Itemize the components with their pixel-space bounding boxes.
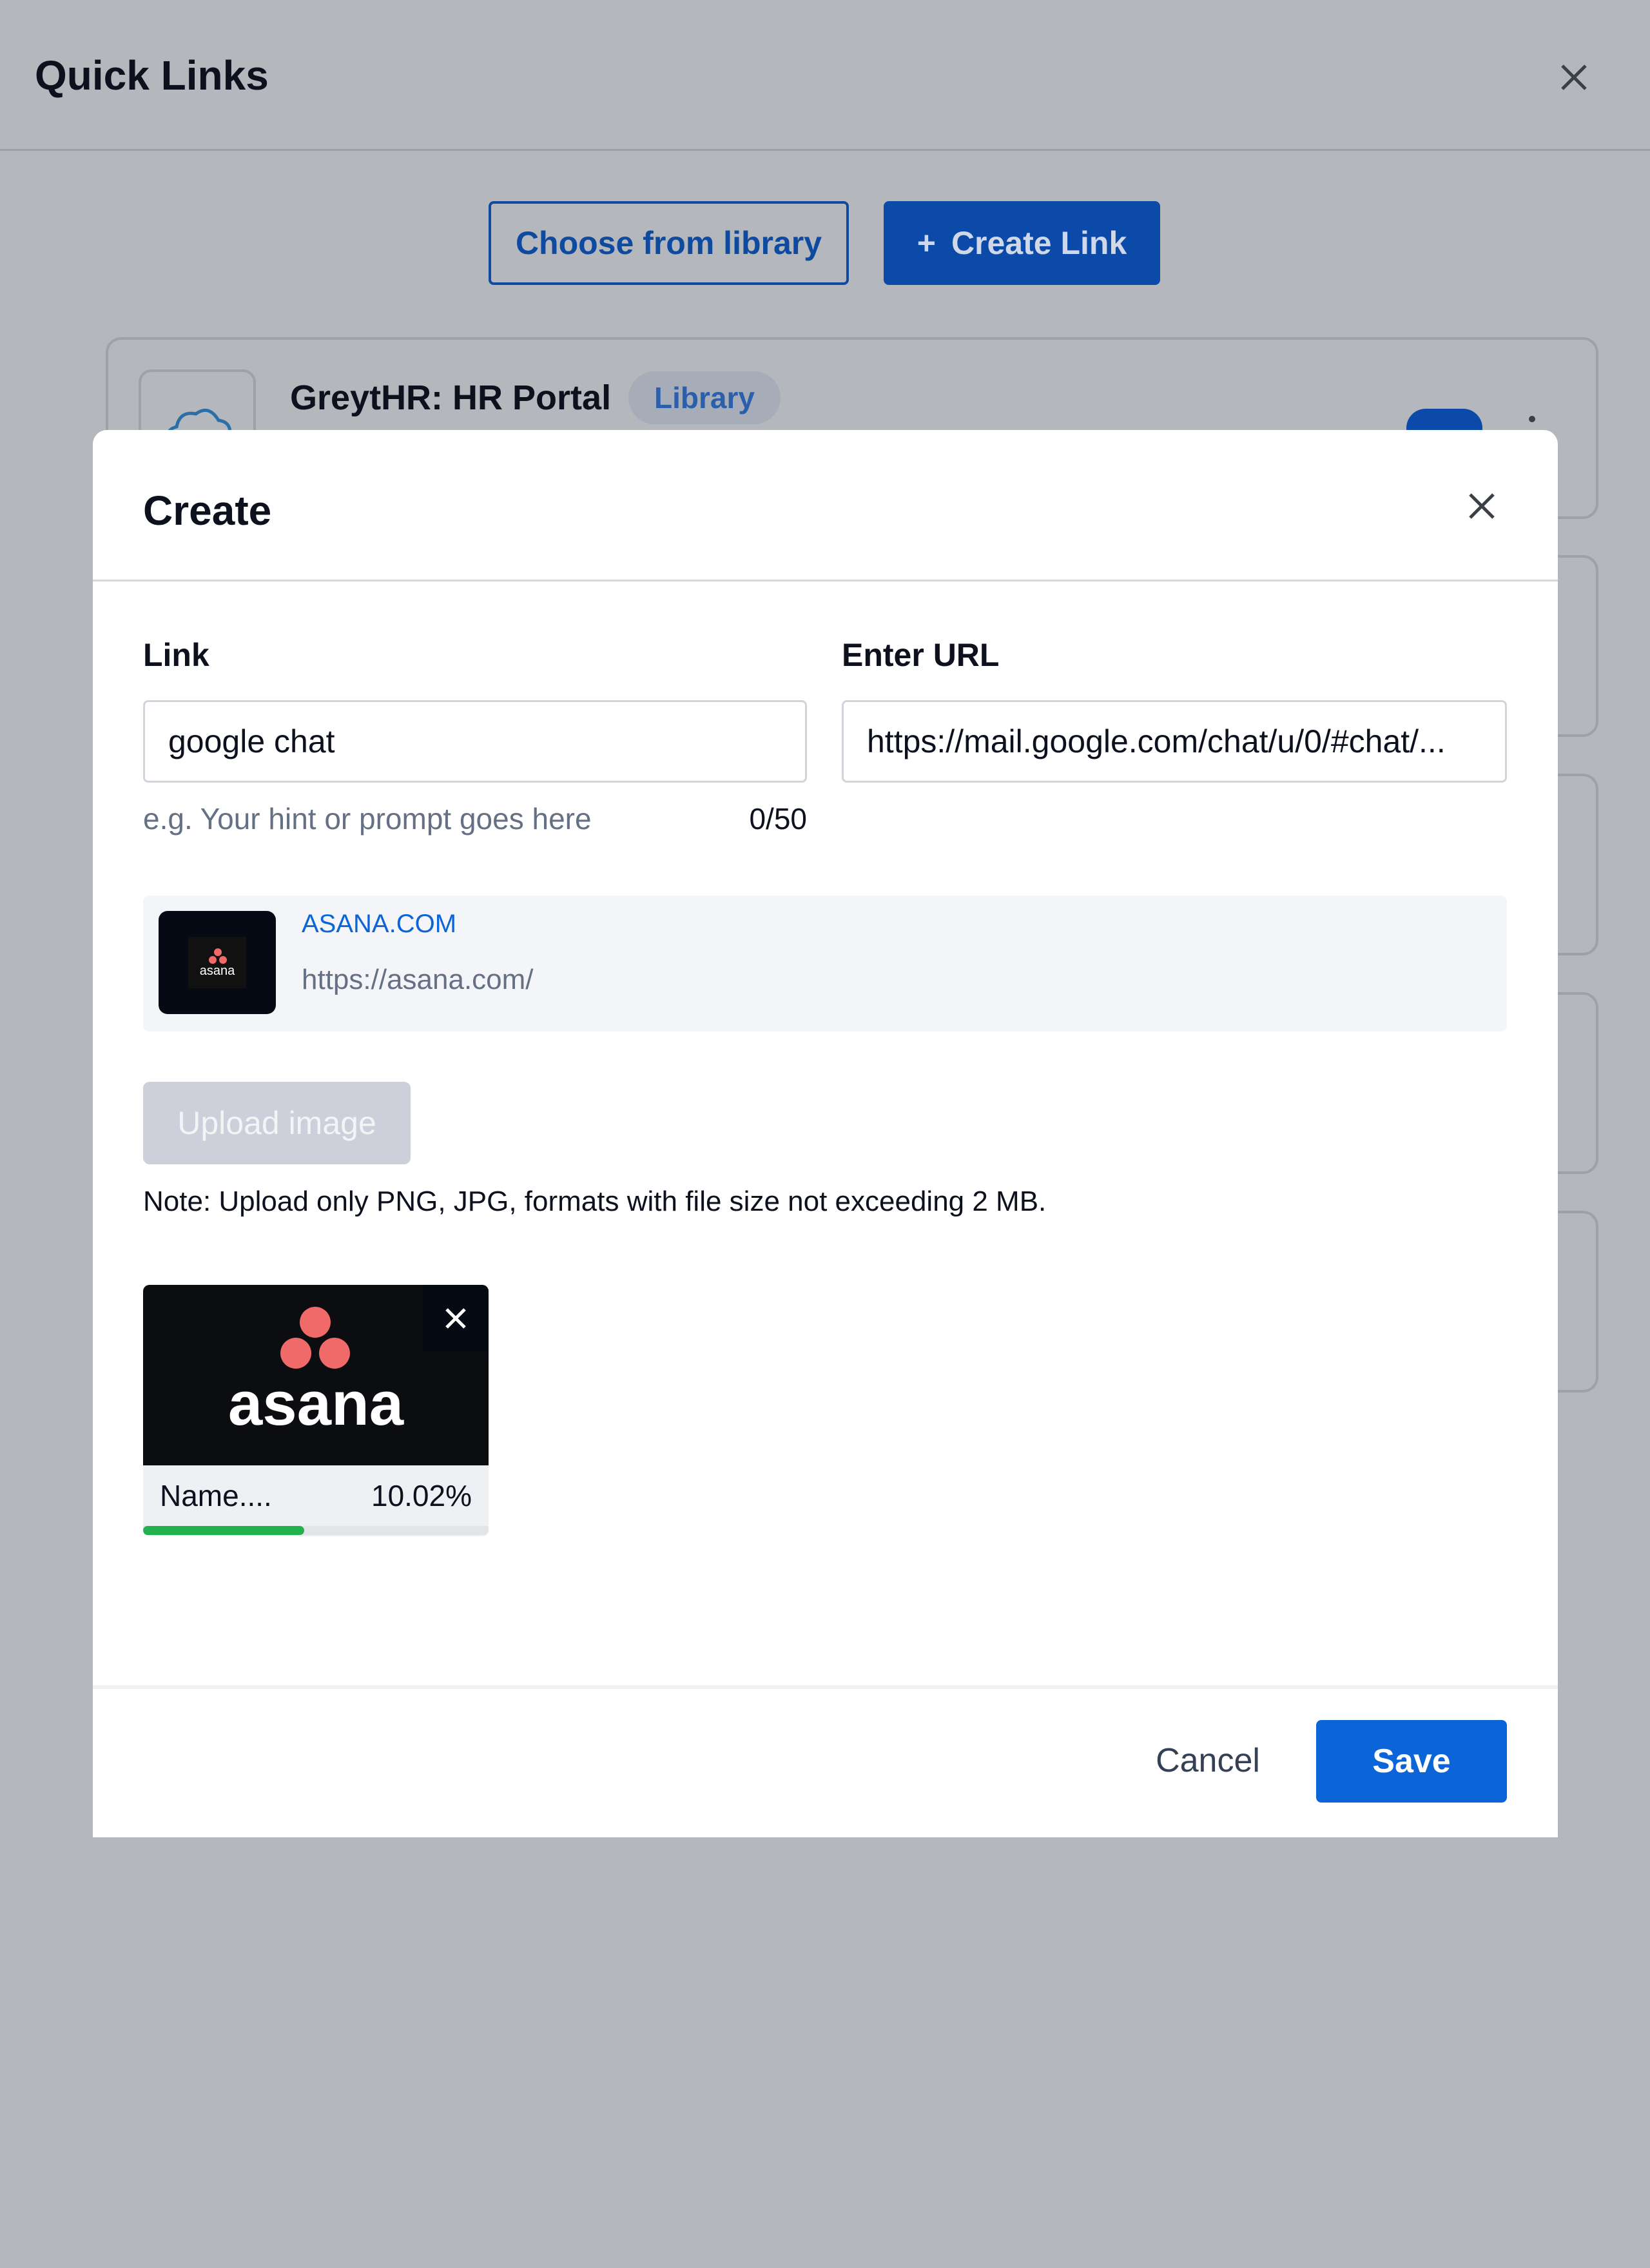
card-title: GreytHR: HR Portal	[290, 378, 612, 417]
choose-label: Choose from library	[515, 225, 822, 261]
char-count: 0/50	[749, 802, 807, 836]
file-name: Name....	[160, 1479, 272, 1512]
create-modal: Create Link google chat e.g. Your hint o…	[93, 430, 1558, 1837]
header-divider	[0, 149, 1650, 151]
close-icon	[445, 1308, 466, 1329]
asana-logo: asana	[159, 911, 276, 1014]
remove-image-button[interactable]	[423, 1285, 489, 1352]
url-input[interactable]: https://mail.google.com/chat/u/0/#chat/.…	[842, 700, 1507, 783]
url-label: Enter URL	[842, 637, 1000, 673]
create-link-button[interactable]: + Create Link	[884, 201, 1160, 285]
progress-label: 10.02%	[371, 1479, 472, 1512]
create-label: Create Link	[951, 225, 1127, 261]
cancel-button[interactable]: Cancel	[1150, 1719, 1266, 1802]
upload-image-button[interactable]: Upload image	[143, 1082, 411, 1164]
uploaded-image-card: asana Name.... 10.02%	[143, 1285, 489, 1536]
page-title: Quick Links	[35, 52, 269, 99]
modal-title: Create	[143, 487, 272, 534]
close-icon[interactable]	[1462, 487, 1501, 525]
cancel-label: Cancel	[1156, 1742, 1260, 1779]
close-icon[interactable]	[1555, 58, 1593, 97]
more-options-icon[interactable]	[1529, 416, 1535, 422]
save-label: Save	[1372, 1743, 1451, 1780]
preview-site[interactable]: ASANA.COM	[302, 910, 456, 939]
link-preview: asana ASANA.COM https://asana.com/	[143, 895, 1507, 1031]
link-hint: e.g. Your hint or prompt goes here	[143, 802, 592, 836]
progress-track	[143, 1526, 489, 1535]
plus-icon: +	[917, 225, 936, 261]
modal-divider	[93, 580, 1558, 582]
progress-fill	[143, 1526, 304, 1535]
upload-label: Upload image	[177, 1105, 376, 1141]
link-label: Link	[143, 637, 209, 673]
preview-url: https://asana.com/	[302, 964, 534, 995]
link-input[interactable]: google chat	[143, 700, 807, 783]
logo-text: asana	[228, 1369, 404, 1438]
upload-note: Note: Upload only PNG, JPG, formats with…	[143, 1186, 1047, 1217]
logo-text: asana	[199, 964, 235, 978]
library-badge: Library	[628, 371, 781, 424]
choose-from-library-button[interactable]: Choose from library	[489, 201, 849, 285]
save-button[interactable]: Save	[1316, 1720, 1507, 1803]
footer-divider	[93, 1685, 1558, 1689]
